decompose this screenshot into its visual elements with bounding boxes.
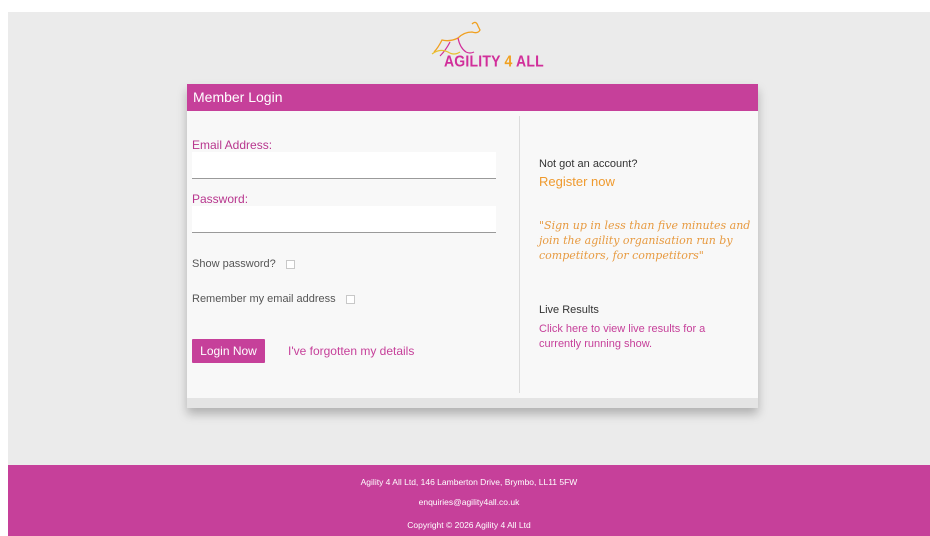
signup-quote: "Sign up in less than five minutes and j… [539,219,751,262]
card-title: Member Login [187,84,758,111]
remember-label: Remember my email address [192,293,336,305]
footer-copyright: Copyright © 2026 Agility 4 All Ltd [407,520,531,530]
password-field[interactable] [192,206,496,233]
card-footer-strip [187,398,758,408]
password-label: Password: [192,192,249,206]
live-results-title: Live Results [539,304,599,316]
login-button[interactable]: Login Now [192,339,265,363]
footer-email-link[interactable]: enquiries@agility4all.co.uk [8,497,930,507]
email-label: Email Address: [192,138,273,152]
live-results-link[interactable]: Click here to view live results for a cu… [539,322,744,352]
register-link[interactable]: Register now [539,174,615,189]
brand-wordmark: AGILITY 4 ALL [444,51,544,71]
show-password-label: Show password? [192,258,276,270]
footer-address: Agility 4 All Ltd, 146 Lamberton Drive, … [360,477,578,487]
show-password-row: Show password? [192,258,295,270]
column-divider [519,116,520,393]
no-account-text: Not got an account? [539,158,638,170]
forgot-details-link[interactable]: I've forgotten my details [288,344,414,358]
remember-checkbox[interactable] [345,294,355,304]
login-card: Member Login Email Address: Password: Sh… [187,84,758,408]
email-field[interactable] [192,152,496,179]
site-footer: Agility 4 All Ltd, 146 Lamberton Drive, … [8,465,930,536]
show-password-checkbox[interactable] [285,259,295,269]
remember-row: Remember my email address [192,293,355,305]
